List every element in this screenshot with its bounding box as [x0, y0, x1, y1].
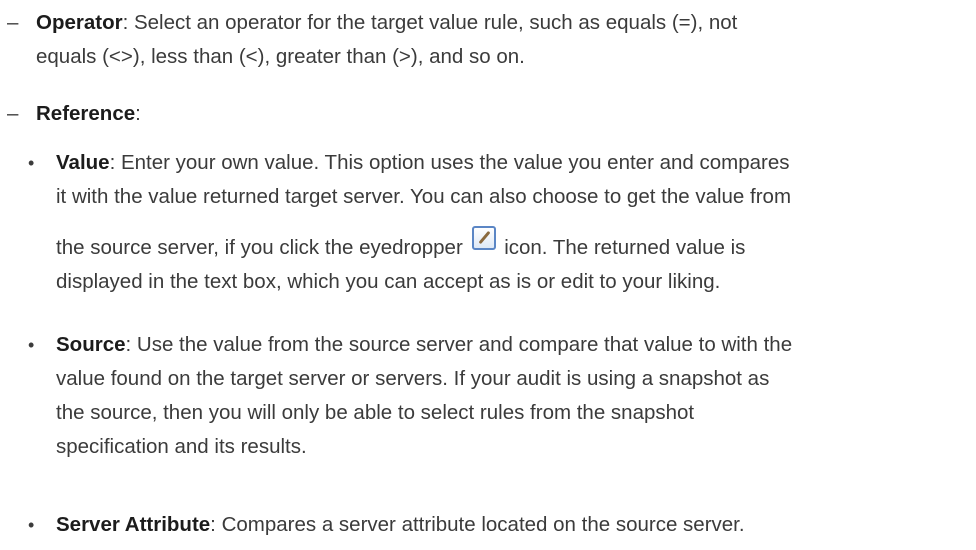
value-text-2: it with the value returned target server…	[56, 185, 792, 208]
source-text-1: : Use the value from the source server a…	[125, 333, 793, 356]
reference-item: Reference:	[36, 97, 971, 131]
reference-suffix: :	[135, 102, 141, 125]
source-item: Source: Use the value from the source se…	[56, 328, 974, 464]
value-text-4: displayed in the text box, which you can…	[56, 270, 721, 293]
list-bullet: •	[28, 515, 35, 535]
server-attribute-item: Server Attribute: Compares a server attr…	[56, 508, 974, 542]
operator-text-1: : Select an operator for the target valu…	[122, 11, 738, 34]
operator-text-2: equals (<>), less than (<), greater than…	[36, 45, 525, 68]
value-text-3a: the source server, if you click the eyed…	[56, 236, 463, 259]
value-text-3b: icon. The returned value is	[504, 236, 746, 259]
server-attribute-text-1: : Compares a server attribute located on…	[210, 513, 745, 536]
value-text-1: : Enter your own value. This option uses…	[109, 151, 790, 174]
source-term: Source	[56, 333, 126, 356]
source-text-2: value found on the target server or serv…	[56, 367, 770, 390]
operator-term: Operator	[36, 11, 123, 34]
operator-item: Operator: Select an operator for the tar…	[36, 6, 971, 74]
source-text-4: specification and its results.	[56, 435, 307, 458]
value-term: Value	[56, 151, 110, 174]
list-dash: –	[7, 11, 19, 34]
source-text-3: the source, then you will only be able t…	[56, 401, 695, 424]
value-item: Value: Enter your own value. This option…	[56, 146, 974, 299]
server-attribute-term: Server Attribute	[56, 513, 211, 536]
list-bullet: •	[28, 153, 35, 173]
eyedropper-icon	[471, 226, 496, 250]
list-bullet: •	[28, 335, 35, 355]
list-dash: –	[7, 102, 19, 125]
reference-term: Reference	[36, 102, 136, 125]
